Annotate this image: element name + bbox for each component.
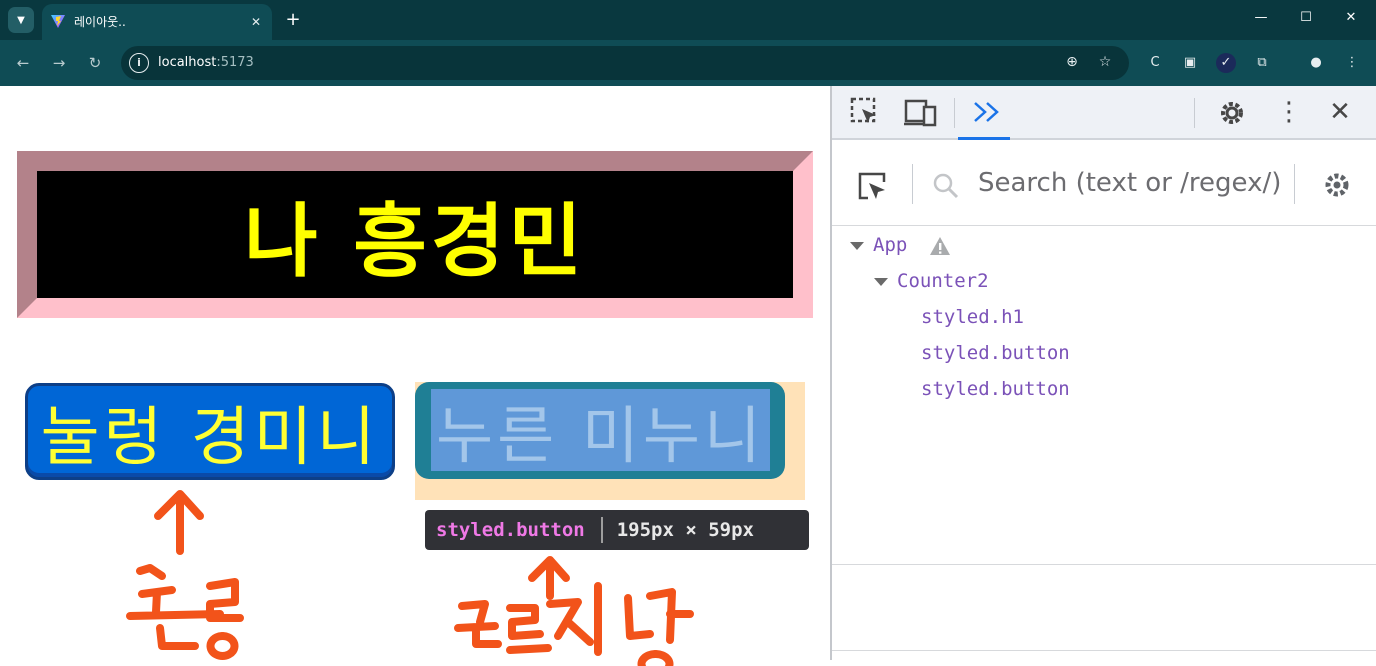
devtools-settings-gear-icon[interactable]: [1216, 97, 1248, 129]
styled-h1-frame: 나 흥경민: [17, 151, 813, 318]
forward-button[interactable]: →: [48, 52, 70, 74]
tree-node-counter2[interactable]: Counter2: [874, 270, 989, 292]
extension-c-icon[interactable]: C: [1145, 53, 1165, 73]
tree-node-app[interactable]: App: [850, 234, 951, 256]
bookmark-star-icon[interactable]: ☆: [1096, 54, 1114, 72]
tab-search-button[interactable]: ▼: [8, 7, 34, 33]
handwritten-arrow-annotation-left: [126, 490, 244, 660]
search-divider: [912, 164, 913, 204]
extensions-puzzle-icon[interactable]: ⧉: [1252, 53, 1272, 73]
browser-menu-icon[interactable]: ⋮: [1342, 53, 1362, 73]
panel-divider: [832, 650, 1376, 651]
device-toolbar-icon[interactable]: [904, 99, 938, 127]
devtools-panel: ⋮ ✕ Search (text or /regex/) App Counter…: [830, 86, 1376, 660]
back-button[interactable]: ←: [12, 52, 34, 74]
devtools-menu-kebab-icon[interactable]: ⋮: [1276, 98, 1302, 126]
component-search-input[interactable]: Search (text or /regex/): [978, 168, 1281, 198]
devtools-divider: [954, 98, 955, 128]
search-divider: [1294, 164, 1295, 204]
devtools-close-icon[interactable]: ✕: [1326, 98, 1354, 126]
search-icon: [933, 173, 959, 199]
close-window-button[interactable]: ✕: [1341, 10, 1361, 30]
maximize-button[interactable]: ☐: [1296, 10, 1316, 30]
profile-avatar-icon[interactable]: ●: [1306, 53, 1326, 73]
tooltip-element-size: 195px × 59px: [616, 519, 754, 541]
tab-title: 레이아웃..: [74, 15, 126, 29]
browser-toolbar: ← → ↻ i localhost:5173 ⊕ ☆ C ▣ ✓ ⧉ ● ⋮: [0, 40, 1376, 86]
page-title: 나 흥경민: [243, 194, 587, 288]
tooltip-divider: [600, 517, 603, 543]
reload-button[interactable]: ↻: [84, 52, 106, 74]
tooltip-element-name: styled.button: [436, 519, 585, 541]
pressed-button[interactable]: 눌렁 경미니: [25, 383, 395, 480]
element-picker-icon[interactable]: [850, 97, 880, 127]
devtools-divider: [1194, 98, 1195, 128]
warning-icon: [929, 236, 950, 255]
minimize-button[interactable]: —: [1251, 10, 1271, 30]
extension-profile-card-icon[interactable]: ▣: [1180, 53, 1200, 73]
panel-divider: [832, 564, 1376, 565]
extension-check-icon[interactable]: ✓: [1216, 53, 1236, 73]
tab-close-icon[interactable]: ✕: [246, 12, 266, 32]
tree-node-styled-button[interactable]: styled.button: [921, 378, 1070, 400]
new-tab-button[interactable]: +: [282, 9, 304, 31]
address-bar[interactable]: i localhost:5173 ⊕ ☆: [121, 46, 1129, 80]
site-info-icon[interactable]: i: [129, 53, 149, 73]
components-search-bar: Search (text or /regex/): [832, 142, 1376, 226]
inspect-tooltip: styled.button 195px × 59px: [425, 510, 809, 550]
active-panel-indicator: [958, 137, 1010, 140]
tree-node-styled-button[interactable]: styled.button: [921, 342, 1070, 364]
expand-triangle-icon[interactable]: [850, 241, 864, 250]
handwritten-arrow-annotation-right: [454, 556, 694, 666]
page-viewport: 나 흥경민 눌렁 경미니 누른 미누니 styled.button 195px …: [0, 86, 830, 666]
components-settings-gear-icon[interactable]: [1322, 170, 1352, 200]
vite-favicon-icon: [51, 15, 65, 28]
normal-button-label[interactable]: 누른 미누니: [431, 389, 770, 472]
active-tab[interactable]: 레이아웃.. ✕: [42, 4, 272, 40]
zoom-icon[interactable]: ⊕: [1063, 54, 1081, 72]
more-panels-chevron-icon[interactable]: [972, 100, 1002, 124]
tab-strip: ▼ 레이아웃.. ✕ + — ☐ ✕: [0, 0, 1376, 40]
url-text[interactable]: localhost:5173: [158, 55, 254, 70]
select-element-icon[interactable]: [856, 170, 888, 202]
devtools-toolbar: ⋮ ✕: [832, 86, 1376, 140]
expand-triangle-icon[interactable]: [874, 277, 888, 286]
tree-node-styled-h1[interactable]: styled.h1: [921, 306, 1024, 328]
